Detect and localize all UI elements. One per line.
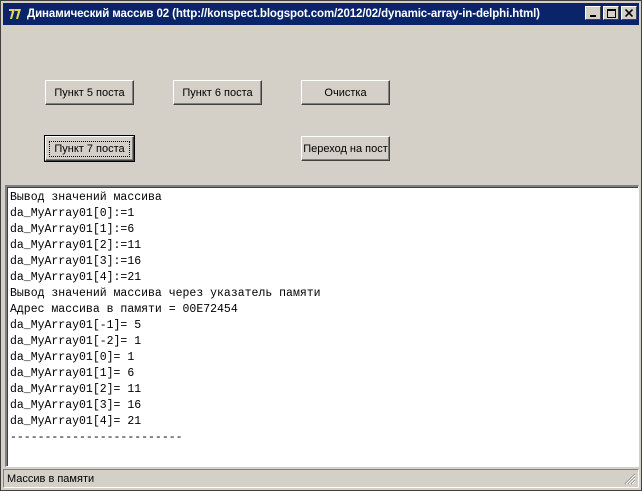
memo-line: da_MyArray01[0]:=1 (10, 207, 135, 220)
memo-line: da_MyArray01[0]= 1 (10, 351, 135, 364)
memo-lines: Вывод значений массива da_MyArray01[0]:=… (10, 190, 321, 446)
window-title: Динамический массив 02 (http://konspect.… (27, 8, 540, 20)
size-grip-icon[interactable] (624, 473, 636, 485)
goto-post-button[interactable]: Переход на пост (301, 136, 390, 161)
memo-line: da_MyArray01[2]:=11 (10, 239, 142, 252)
post5-button[interactable]: Пункт 5 поста (45, 80, 134, 105)
post6-button[interactable]: Пункт 6 поста (173, 80, 262, 105)
memo-line: da_MyArray01[4]= 21 (10, 415, 142, 428)
memo-line: Вывод значений массива (10, 191, 162, 204)
memo-line: Вывод значений массива через указатель п… (10, 287, 321, 300)
output-memo[interactable]: Вывод значений массива da_MyArray01[0]:=… (5, 185, 639, 467)
memo-line: da_MyArray01[-1]= 5 (10, 319, 142, 332)
memo-line: Адрес массива в памяти = 00E72454 (10, 303, 238, 316)
delphi-app-icon[interactable] (6, 5, 24, 23)
clear-button[interactable]: Очистка (301, 80, 390, 105)
status-bar: Массив в памяти (3, 469, 639, 488)
memo-line: da_MyArray01[2]= 11 (10, 383, 142, 396)
minimize-icon[interactable] (585, 6, 601, 20)
post7-button[interactable]: Пункт 7 поста (44, 135, 135, 162)
post7-button-label: Пункт 7 поста (49, 140, 130, 157)
memo-line: da_MyArray01[3]= 16 (10, 399, 142, 412)
memo-line: da_MyArray01[1]:=6 (10, 223, 135, 236)
close-icon[interactable] (621, 6, 637, 20)
memo-line: da_MyArray01[1]= 6 (10, 367, 135, 380)
status-text: Массив в памяти (7, 472, 95, 485)
title-bar[interactable]: Динамический массив 02 (http://konspect.… (3, 3, 639, 25)
memo-line: da_MyArray01[4]:=21 (10, 271, 142, 284)
memo-line: ------------------------- (10, 431, 183, 444)
memo-line: da_MyArray01[3]:=16 (10, 255, 142, 268)
memo-line: da_MyArray01[-2]= 1 (10, 335, 142, 348)
maximize-icon[interactable] (603, 6, 619, 20)
main-window: Динамический массив 02 (http://konspect.… (0, 0, 642, 491)
window-controls (583, 6, 637, 20)
